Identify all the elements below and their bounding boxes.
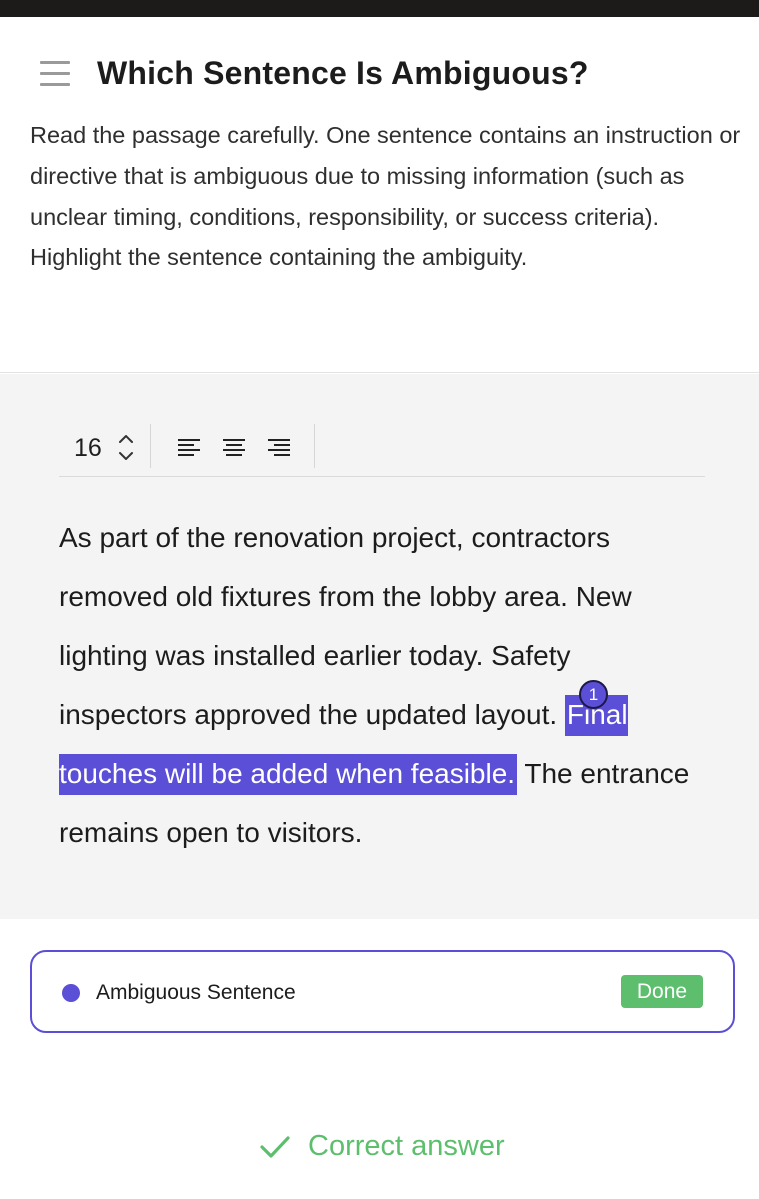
task-instructions: Read the passage carefully. One sentence…: [30, 122, 741, 271]
editor-toolbar: 16: [59, 424, 705, 477]
toolbar-divider: [314, 424, 315, 468]
checkmark-icon: [260, 1136, 290, 1158]
passage-editor: 16 As part of the renovation project, co…: [0, 374, 759, 919]
chevron-up-down-icon[interactable]: [117, 430, 135, 466]
label-card-ambiguous-sentence[interactable]: Ambiguous Sentence Done: [30, 950, 735, 1033]
align-right-icon[interactable]: [266, 436, 292, 458]
hamburger-menu-icon[interactable]: [40, 61, 70, 87]
font-size-value[interactable]: 16: [74, 434, 102, 463]
highlight-number-badge: 1: [579, 680, 608, 709]
result-text: Correct answer: [308, 1130, 505, 1162]
page-title: Which Sentence Is Ambiguous?: [97, 55, 589, 91]
status-badge: Done: [621, 975, 703, 1008]
task-header: Which Sentence Is Ambiguous? Read the pa…: [0, 17, 759, 373]
label-color-dot: [62, 984, 80, 1002]
toolbar-divider: [150, 424, 151, 468]
align-center-icon[interactable]: [221, 436, 247, 458]
align-left-icon[interactable]: [176, 436, 202, 458]
top-status-bar: [0, 0, 759, 17]
passage-text-before[interactable]: As part of the renovation project, contr…: [59, 522, 632, 730]
label-name: Ambiguous Sentence: [96, 981, 296, 1004]
